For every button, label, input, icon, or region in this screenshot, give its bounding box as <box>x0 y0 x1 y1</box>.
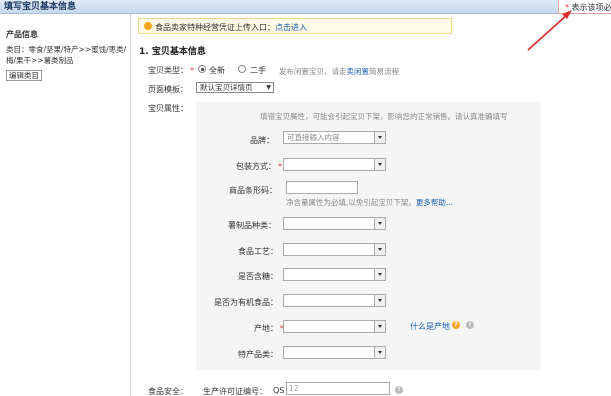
brand-label: 品牌： <box>250 136 274 145</box>
chevron-down-icon <box>374 132 385 143</box>
brand-placeholder: 可直接输入内容 <box>287 133 340 142</box>
chevron-down-icon <box>374 269 385 280</box>
sidebar: 产品信息 类目：零食/坚果/特产>>蜜饯/枣类/梅/果干>>薯类制品 编辑类目 <box>0 14 131 396</box>
chevron-down-icon: ▼ <box>266 84 271 91</box>
process-label: 食品工艺： <box>238 247 278 256</box>
food-safety-label: 食品安全： <box>148 387 188 396</box>
question-icon[interactable]: ? <box>452 321 460 329</box>
notice-text: 食品卖家特种经营凭证上传入口：点击进入 <box>155 23 307 32</box>
barcode-label: 商品条形码： <box>229 186 277 195</box>
notice-link[interactable]: 点击进入 <box>275 23 307 32</box>
chevron-down-icon <box>374 321 385 332</box>
page-template-select[interactable]: 默认宝贝详情页 ▼ <box>196 82 274 93</box>
sidebar-title: 产品信息 <box>6 30 38 39</box>
page-title: 填写宝贝基本信息 <box>4 2 77 12</box>
license-input[interactable]: 12 <box>286 382 390 395</box>
sugar-label: 是否含糖： <box>238 272 278 281</box>
license-prefix: QS <box>273 386 285 395</box>
specialty-label: 特产品类： <box>238 350 278 359</box>
sidebar-category-path: 类目：零食/坚果/特产>>蜜饯/枣类/梅/果干>>薯类制品 <box>6 45 127 65</box>
process-select[interactable] <box>283 243 386 256</box>
attributes-label: 宝贝属性： <box>148 104 188 113</box>
potato-type-select[interactable] <box>283 217 386 230</box>
item-type-hint: 发布闲置宝贝，请走卖闲置简易流程 <box>279 67 399 76</box>
notice-bar: 食品卖家特种经营凭证上传入口：点击进入 <box>138 18 452 34</box>
origin-label: 产地： * <box>254 324 284 333</box>
info-icon[interactable]: ! <box>466 321 474 329</box>
origin-help-link[interactable]: 什么是产地 <box>410 321 450 332</box>
specialty-select[interactable] <box>283 346 386 359</box>
attributes-hint: 填错宝贝属性，可能会引起宝贝下架，影响您的正常销售。请认真准确填写 <box>260 112 508 121</box>
packaging-select[interactable] <box>283 158 386 171</box>
barcode-input[interactable] <box>286 181 358 194</box>
radio-used-label: 二手 <box>250 66 266 75</box>
sugar-select[interactable] <box>283 268 386 281</box>
packaging-label: 包装方式： * <box>236 162 282 171</box>
edit-category-button[interactable]: 编辑类目 <box>6 70 42 81</box>
required-star-icon: * <box>190 66 194 75</box>
required-star-icon: * <box>278 162 282 171</box>
red-arrow-annotation <box>527 10 572 51</box>
chevron-down-icon <box>374 295 385 306</box>
potato-type-label: 薯制品种类： <box>228 221 276 230</box>
item-type-label: 宝贝类型： * <box>148 66 194 75</box>
page-template-value: 默认宝贝详情页 <box>200 83 253 92</box>
origin-select[interactable] <box>283 320 386 333</box>
organic-label: 是否为有机食品： <box>214 298 278 307</box>
page-template-label: 页面模板： <box>148 85 188 94</box>
chevron-down-icon <box>374 159 385 170</box>
idle-link[interactable]: 卖闲置 <box>347 67 370 76</box>
license-label: 生产许可证编号： <box>203 387 267 396</box>
section-title: 1. 宝贝基本信息 <box>139 47 206 57</box>
organic-select[interactable] <box>283 294 386 307</box>
radio-used[interactable] <box>238 65 246 73</box>
radio-new[interactable] <box>198 65 206 73</box>
chevron-down-icon <box>374 347 385 358</box>
chevron-down-icon <box>374 218 385 229</box>
info-icon[interactable]: ! <box>395 386 403 394</box>
more-help-link[interactable]: 更多帮助... <box>416 198 453 207</box>
chevron-down-icon <box>374 244 385 255</box>
barcode-hint: 净含量属性为必填,以免引起宝贝下架。更多帮助... <box>286 198 454 207</box>
radio-new-label: 全新 <box>209 66 225 75</box>
notice-icon <box>144 22 152 30</box>
brand-select[interactable]: 可直接输入内容 <box>283 131 386 144</box>
